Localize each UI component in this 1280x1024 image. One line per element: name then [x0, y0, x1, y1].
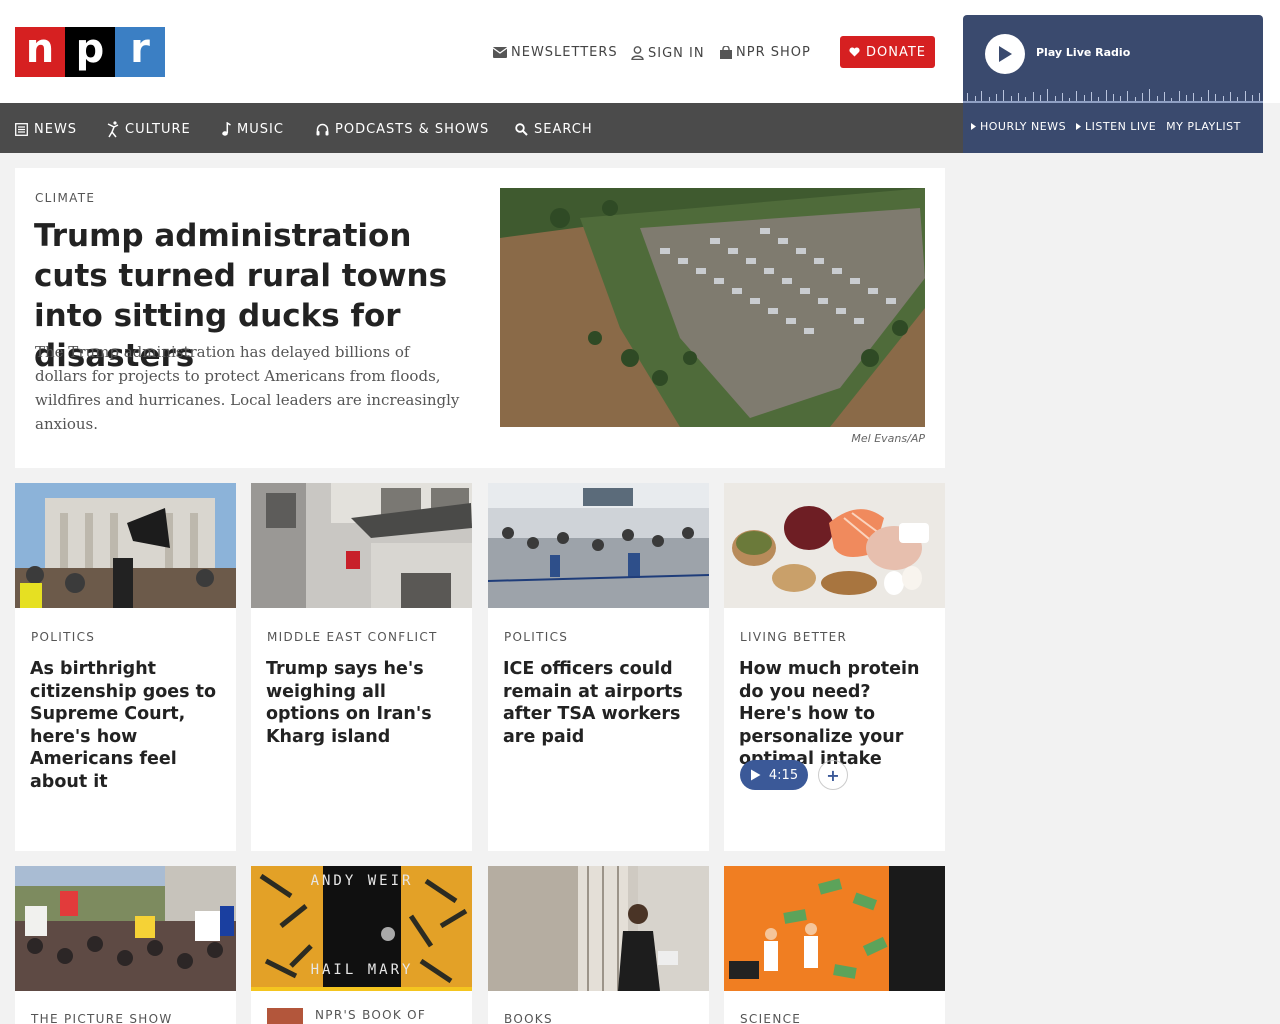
story-eyebrow[interactable]: POLITICS [31, 630, 95, 644]
logo-letter-n: n [15, 27, 65, 77]
hero-eyebrow[interactable]: CLIMATE [35, 191, 95, 205]
story-card: POLITICS As birthright citizenship goes … [15, 483, 236, 851]
nav-music-label: MUSIC [237, 121, 284, 137]
nav-search[interactable]: SEARCH [515, 120, 593, 138]
play-live-radio-button[interactable] [985, 34, 1025, 74]
story-eyebrow[interactable]: SCIENCE [740, 1012, 801, 1024]
audio-controls: 4:15 + [740, 760, 848, 790]
nav-news[interactable]: NEWS [15, 120, 77, 138]
sign-in-label: SIGN IN [648, 45, 705, 61]
newsletters-label: NEWSLETTERS [511, 44, 618, 60]
book-thumbnail [267, 1008, 303, 1024]
shop-label: NPR SHOP [736, 44, 811, 60]
story-image-airport-security-line[interactable] [488, 483, 709, 608]
audio-waveform [963, 89, 1263, 103]
story-image-money-illustration[interactable] [724, 866, 945, 991]
story-card: SCIENCE [724, 866, 945, 1024]
story-headline[interactable]: How much protein do you need? Here's how… [739, 658, 934, 771]
story-card: LIVING BETTER How much protein do you ne… [724, 483, 945, 851]
donate-label: DONATE [865, 44, 926, 60]
newspaper-icon [15, 122, 28, 136]
nav-music[interactable]: MUSIC [222, 120, 284, 138]
hourly-news-label: HOURLY NEWS [980, 120, 1067, 133]
triangle-right-icon [971, 123, 976, 130]
live-radio-player: Play Live Radio HOURLY NEWS LISTEN LIVE … [963, 15, 1263, 153]
story-card: ANDY WEIR HAIL MARY NPR'S BOOK OF [251, 866, 472, 1024]
listen-live-label: LISTEN LIVE [1085, 120, 1157, 133]
nav-podcasts[interactable]: PODCASTS & SHOWS [316, 120, 489, 138]
dancer-icon [107, 120, 119, 137]
user-icon [631, 46, 644, 60]
story-eyebrow[interactable]: THE PICTURE SHOW [31, 1012, 173, 1024]
story-image-man-reading[interactable] [488, 866, 709, 991]
story-eyebrow[interactable]: MIDDLE EAST CONFLICT [267, 630, 438, 644]
story-image-book-cover[interactable]: ANDY WEIR HAIL MARY [251, 866, 472, 991]
newsletters-link[interactable]: NEWSLETTERS [493, 43, 618, 61]
play-live-radio-label: Play Live Radio [1036, 46, 1131, 59]
story-eyebrow[interactable]: POLITICS [504, 630, 568, 644]
npr-shop-link[interactable]: NPR SHOP [720, 43, 811, 61]
play-icon [750, 769, 761, 781]
play-icon [999, 46, 1012, 62]
headphones-icon [316, 123, 329, 135]
listen-live-link[interactable]: LISTEN LIVE [1076, 120, 1156, 133]
hero-teaser: The Trump administration has delayed bil… [35, 343, 460, 433]
add-to-playlist-button[interactable]: + [818, 760, 848, 790]
audio-play-button[interactable]: 4:15 [740, 760, 808, 790]
logo-letter-p: p [65, 27, 115, 77]
nav-news-label: NEWS [34, 121, 78, 137]
main-nav: NEWS CULTURE MUSIC PODCASTS & SHOWS SEAR… [0, 103, 963, 153]
hero-image-flooded-town[interactable] [500, 188, 925, 427]
story-card: POLITICS ICE officers could remain at ai… [488, 483, 709, 851]
story-card: THE PICTURE SHOW [15, 866, 236, 1024]
hero-story: CLIMATE Trump administration cuts turned… [15, 168, 945, 468]
story-image-protein-foods[interactable] [724, 483, 945, 608]
nav-podcasts-label: PODCASTS & SHOWS [335, 121, 490, 137]
heart-icon [849, 47, 860, 57]
book-author: ANDY WEIR [311, 873, 414, 889]
player-links: HOURLY NEWS LISTEN LIVE MY PLAYLIST [971, 120, 1241, 133]
story-eyebrow[interactable]: NPR'S BOOK OF [315, 1008, 426, 1022]
book-title: HAIL MARY [311, 962, 414, 978]
story-eyebrow[interactable]: BOOKS [504, 1012, 553, 1024]
story-image-protest-megaphone[interactable] [15, 483, 236, 608]
shopping-bag-icon [720, 45, 732, 59]
audio-duration: 4:15 [768, 767, 799, 783]
hero-image-credit: Mel Evans/AP [851, 432, 925, 445]
nav-culture-label: CULTURE [125, 121, 191, 137]
story-card: MIDDLE EAST CONFLICT Trump says he's wei… [251, 483, 472, 851]
story-image-protest-crowd[interactable] [15, 866, 236, 991]
npr-logo[interactable]: n p r [15, 27, 165, 77]
my-playlist-link[interactable]: MY PLAYLIST [1166, 120, 1241, 133]
music-note-icon [222, 122, 231, 136]
sign-in-link[interactable]: SIGN IN [631, 44, 705, 62]
nav-culture[interactable]: CULTURE [107, 120, 191, 138]
logo-letter-r: r [115, 27, 165, 77]
envelope-icon [493, 46, 507, 58]
nav-search-label: SEARCH [534, 121, 593, 137]
hourly-news-link[interactable]: HOURLY NEWS [971, 120, 1066, 133]
story-headline[interactable]: Trump says he's weighing all options on … [266, 658, 461, 748]
story-image-building-damage[interactable] [251, 483, 472, 608]
plus-icon: + [826, 765, 840, 785]
search-icon [515, 122, 528, 136]
story-headline[interactable]: As birthright citizenship goes to Suprem… [30, 658, 225, 793]
story-headline[interactable]: ICE officers could remain at airports af… [503, 658, 698, 748]
story-card: BOOKS [488, 866, 709, 1024]
donate-button[interactable]: DONATE [840, 36, 935, 68]
story-eyebrow[interactable]: LIVING BETTER [740, 630, 847, 644]
triangle-right-icon [1076, 123, 1082, 130]
